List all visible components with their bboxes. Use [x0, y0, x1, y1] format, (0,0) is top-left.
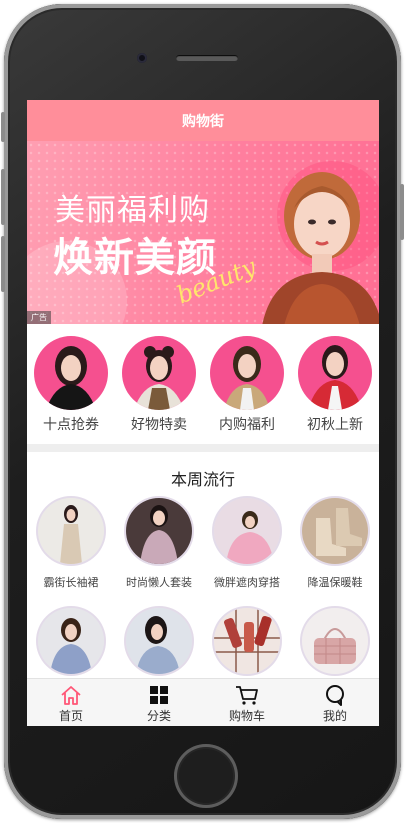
weekly-item[interactable]: 霸街长袖裙 — [27, 498, 115, 608]
tab-label: 首页 — [58, 709, 83, 723]
home-icon — [61, 686, 81, 705]
category-photo — [34, 336, 108, 410]
weekly-item-photo — [302, 608, 368, 674]
weekly-item[interactable]: 降温保暖鞋 — [291, 498, 379, 608]
weekly-item-label: 微胖遮肉穿搭 — [214, 576, 280, 589]
front-camera — [137, 53, 147, 63]
earpiece-speaker — [176, 55, 238, 61]
profile-icon — [326, 685, 344, 706]
bottom-tab-bar: 首页 分类 购物车 我的 — [27, 678, 379, 726]
weekly-section-title: 本周流行 — [170, 470, 235, 489]
weekly-item-photo — [302, 498, 368, 564]
quick-category-label: 好物特卖 — [131, 417, 187, 433]
quick-category-item[interactable]: 内购福利 — [203, 336, 291, 444]
banner-model-image — [262, 172, 379, 324]
category-photo — [210, 336, 284, 410]
quick-category-item[interactable]: 好物特卖 — [115, 336, 203, 444]
category-photo — [122, 336, 196, 410]
weekly-item-photo — [126, 498, 192, 564]
tab-label: 购物车 — [228, 709, 265, 723]
weekly-item-label: 时尚懒人套装 — [126, 576, 192, 589]
page-title: 购物街 — [182, 113, 224, 130]
nav-bar: 购物街 — [27, 100, 379, 141]
weekly-item-photo — [126, 608, 192, 674]
cart-icon — [236, 686, 258, 705]
quick-category-label: 十点抢券 — [43, 417, 99, 433]
promo-banner[interactable]: 美丽福利购 焕新美颜 beauty 广告 — [27, 141, 379, 324]
tab-category[interactable]: 分类 — [115, 679, 203, 726]
weekly-item-photo — [38, 498, 104, 564]
app-screen: 购物街 美丽福利购 焕新美颜 beauty 广告 十点抢券 好物特卖 内购福利 … — [27, 100, 379, 726]
tab-cart[interactable]: 购物车 — [203, 679, 291, 726]
section-divider — [27, 444, 379, 452]
grid-icon — [150, 686, 168, 704]
ad-badge: 广告 — [27, 311, 51, 324]
weekly-item[interactable]: 微胖遮肉穿搭 — [203, 498, 291, 608]
weekly-item-photo — [214, 608, 280, 674]
quick-category-item[interactable]: 十点抢券 — [27, 336, 115, 444]
home-button[interactable] — [174, 744, 238, 808]
tab-home[interactable]: 首页 — [27, 679, 115, 726]
weekly-item-label: 降温保暖鞋 — [307, 576, 363, 589]
quick-categories: 十点抢券 好物特卖 内购福利 初秋上新 — [27, 324, 379, 444]
weekly-item-photo — [38, 608, 104, 674]
weekly-item-label: 霸街长袖裙 — [43, 576, 99, 589]
category-photo — [298, 336, 372, 410]
quick-category-label: 初秋上新 — [307, 417, 363, 433]
weekly-item-photo — [214, 498, 280, 564]
mute-switch — [1, 112, 5, 142]
power-button — [400, 184, 404, 240]
tab-label: 分类 — [146, 709, 171, 723]
banner-headline-small: 美丽福利购 — [55, 194, 210, 227]
volume-down-button — [1, 236, 5, 292]
volume-up-button — [1, 169, 5, 225]
quick-category-label: 内购福利 — [219, 417, 275, 433]
tab-profile[interactable]: 我的 — [291, 679, 379, 726]
quick-category-item[interactable]: 初秋上新 — [291, 336, 379, 444]
tab-label: 我的 — [322, 709, 347, 723]
weekly-item[interactable]: 时尚懒人套装 — [115, 498, 203, 608]
